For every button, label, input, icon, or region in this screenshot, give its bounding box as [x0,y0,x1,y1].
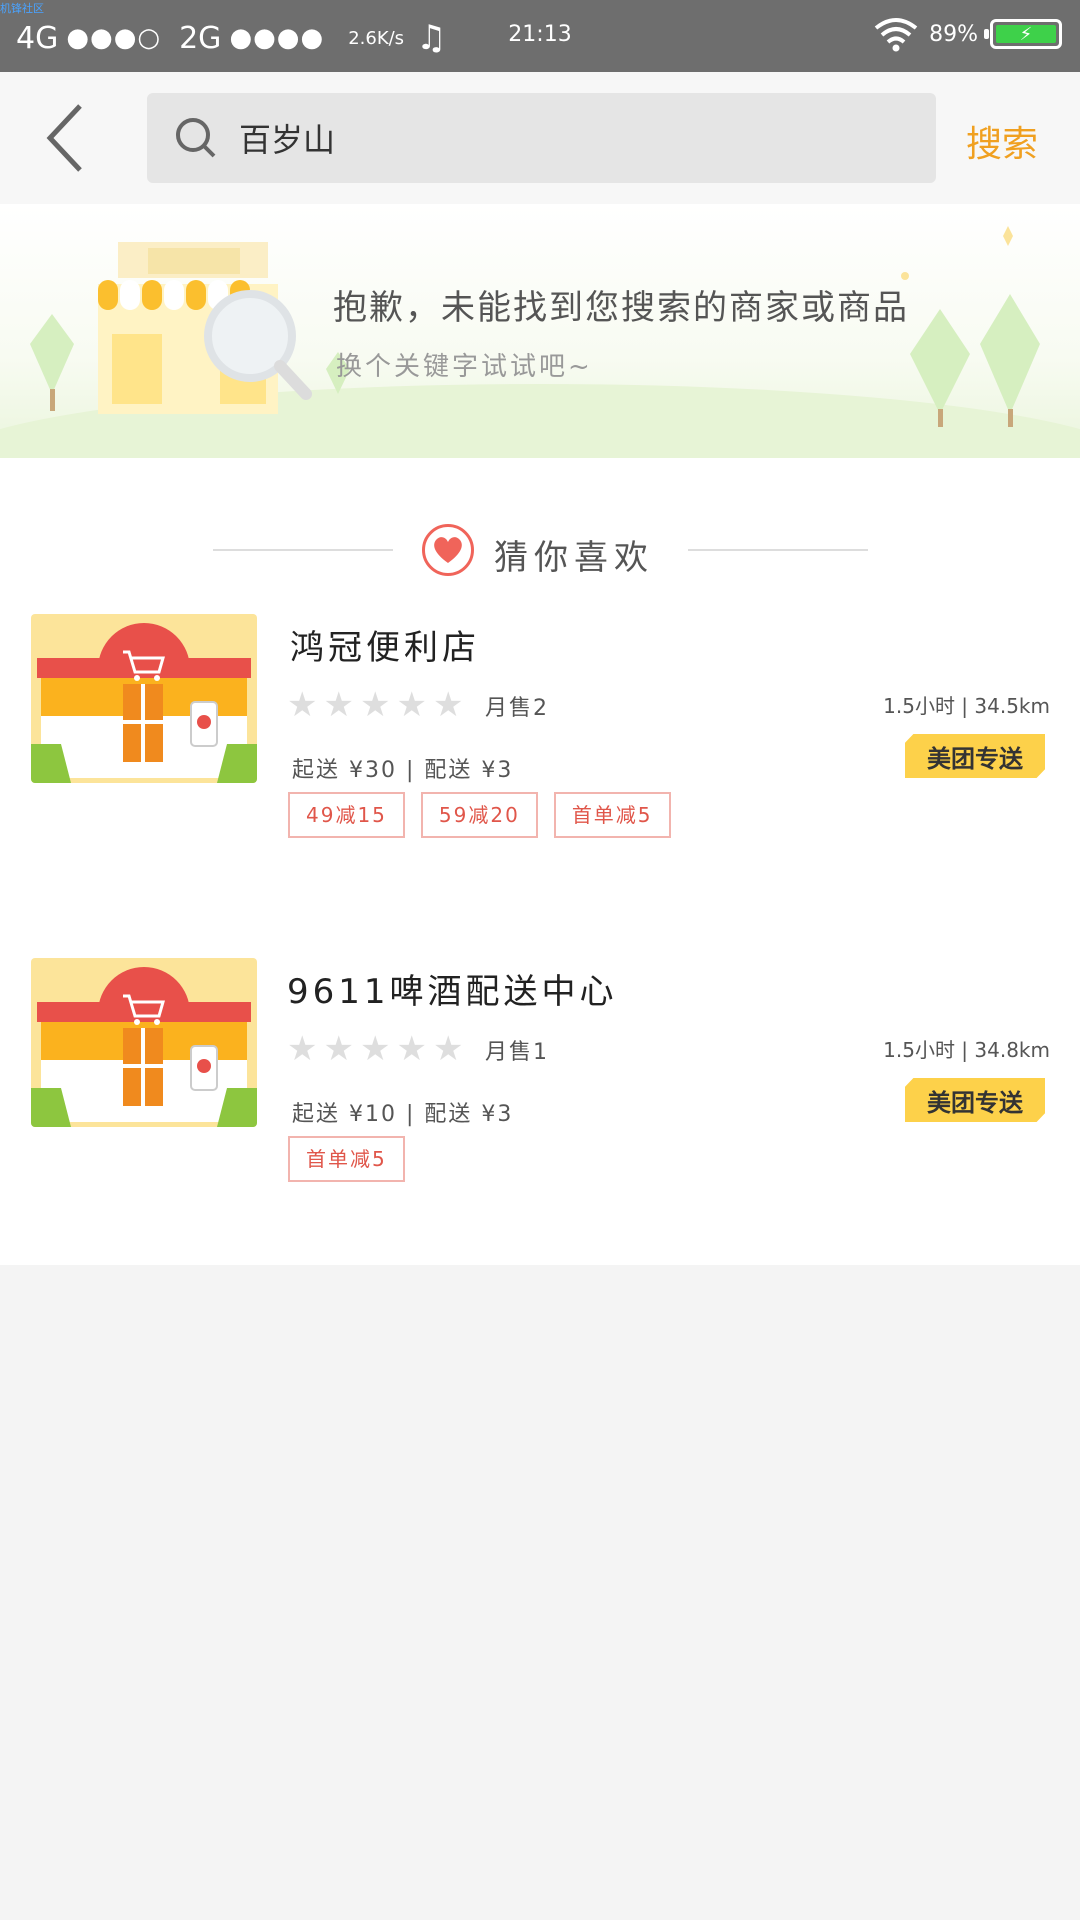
recommend-title: 猜你喜欢 [494,538,654,578]
empty-title: 抱歉，未能找到您搜索的商家或商品 [333,288,909,328]
promo-tag: 首单减5 [553,792,671,838]
meituan-delivery-badge: 美团专送 [905,734,1045,778]
promo-tags: 首单减5 [288,1136,421,1182]
meituan-delivery-badge: 美团专送 [905,1078,1045,1122]
search-icon [176,118,216,158]
heart-icon [422,524,474,576]
search-header: 搜索 [0,72,1080,204]
store-thumbnail [31,614,257,783]
star-icon: ★ [359,1029,391,1069]
shop-name: 鸿冠便利店 [290,628,480,668]
delivery-fee: 起送 ¥30 | 配送 ¥3 [292,758,514,783]
star-icon: ★ [323,1029,354,1069]
recommend-section: 猜你喜欢 鸿冠便利店 ★ ★ ★ ★ ★ 月售2 1.5小时 | 34.5km 起送 [0,458,1080,1265]
empty-result-banner: 抱歉，未能找到您搜索的商家或商品 换个关键字试试吧~ [0,204,1080,458]
delivery-time-distance: 1.5小时 | 34.5km [883,694,1050,718]
search-input[interactable] [239,119,889,157]
battery-icon: ⚡ [984,19,1062,49]
status-bar: 机锋社区 4G ●●●○ 2G ●●●● 2.6K/s ♫ 21:13 89% … [0,0,1080,72]
corner-watermark: 机锋社区 [0,2,44,15]
promo-tag: 59减20 [420,792,538,838]
empty-subtitle: 换个关键字试试吧~ [336,352,593,382]
back-arrow-icon[interactable] [40,102,100,174]
system-indicators: 89% ⚡ [873,16,1062,52]
store-thumbnail [31,958,257,1127]
promo-tag: 首单减5 [288,1136,405,1182]
star-icon: ★ [432,685,464,725]
shop-name: 9611啤酒配送中心 [287,972,618,1012]
monthly-sales: 月售2 [485,696,549,721]
shop-card[interactable]: 9611啤酒配送中心 ★ ★ ★ ★ ★ 月售1 1.5小时 | 34.8km 起送 ¥… [0,958,1080,1198]
battery-percent: 89% [929,21,978,47]
star-icon: ★ [287,1029,318,1069]
wifi-icon [874,18,918,52]
star-rating: ★ ★ ★ ★ ★ [287,1032,469,1066]
star-rating: ★ ★ ★ ★ ★ [287,688,469,722]
divider-left [213,549,393,551]
delivery-fee: 起送 ¥10 | 配送 ¥3 [292,1102,514,1127]
empty-store-illustration [30,226,1040,427]
promo-tags: 49减15 59减20 首单减5 [288,792,687,838]
monthly-sales: 月售1 [485,1040,549,1065]
search-box[interactable] [147,93,936,183]
star-icon: ★ [323,685,354,725]
search-button[interactable]: 搜索 [966,115,1038,167]
star-icon: ★ [396,685,427,725]
delivery-time-distance: 1.5小时 | 34.8km [883,1038,1050,1062]
divider-right [688,549,868,551]
star-icon: ★ [432,1029,464,1069]
promo-tag: 49减15 [288,792,405,838]
star-icon: ★ [396,1029,427,1069]
recommend-header: 猜你喜欢 [0,490,1080,578]
shop-card[interactable]: 鸿冠便利店 ★ ★ ★ ★ ★ 月售2 1.5小时 | 34.5km 起送 ¥30 | … [0,614,1080,854]
star-icon: ★ [287,685,318,725]
star-icon: ★ [359,685,391,725]
